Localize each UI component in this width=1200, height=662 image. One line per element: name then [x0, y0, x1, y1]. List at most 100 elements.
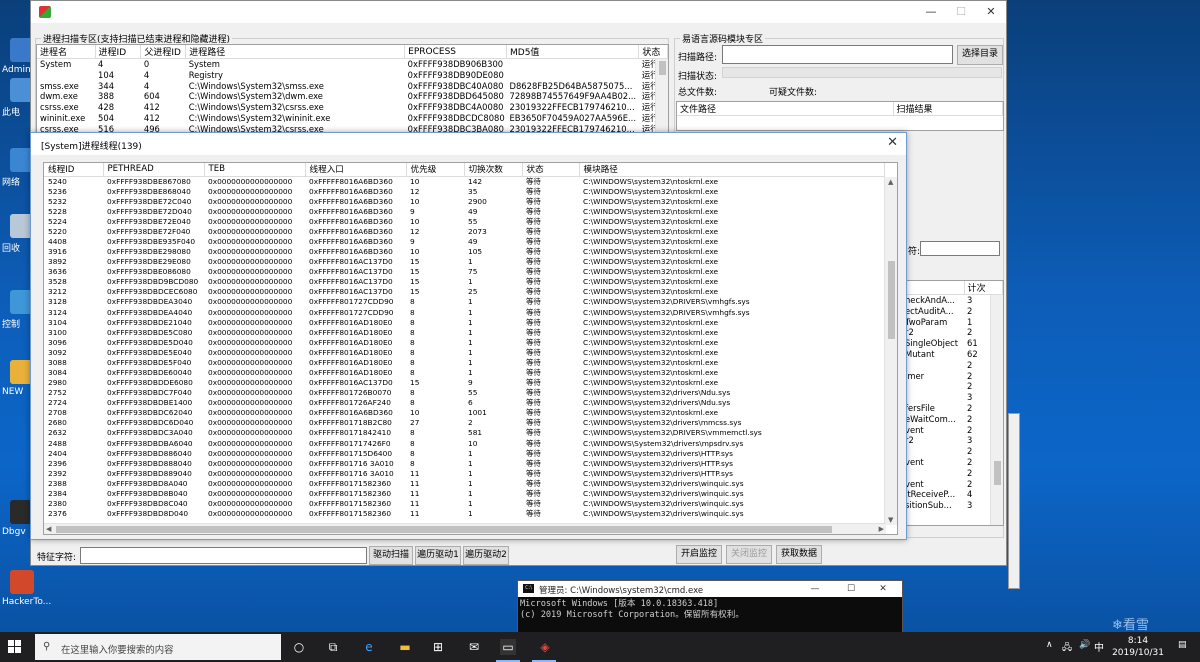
column-header[interactable]: 扫描结果 — [893, 102, 1003, 116]
main-titlebar[interactable]: — ☐ ✕ — [31, 1, 1006, 23]
thread-row[interactable]: 2384 0xFFFF938DBD8B040 0x0000000000000000 0… — [44, 489, 884, 499]
thread-row[interactable]: 2752 0xFFFF938DBDC7F040 0x0000000000000000… — [44, 388, 884, 398]
side-list-row[interactable]: r2 3 — [902, 435, 1003, 446]
side-list-row[interactable]: vent 2 — [902, 457, 1003, 468]
side-list-row[interactable]: 2 — [902, 360, 1003, 371]
side-list-row[interactable]: 2 — [902, 446, 1003, 457]
thread-row[interactable]: 5240 0xFFFF938DBE867080 0x0000000000000000… — [44, 176, 884, 187]
thread-row[interactable]: 3916 0xFFFF938DBE298080 0x0000000000000000… — [44, 247, 884, 257]
column-header[interactable]: EPROCESS — [404, 45, 508, 59]
column-header[interactable]: 状态 — [638, 45, 668, 59]
side-list-row[interactable]: r2 2 — [902, 327, 1003, 338]
column-header[interactable]: TEB — [204, 163, 306, 177]
thread-row[interactable]: 2396 0xFFFF938DBD888040 0x0000000000000000… — [44, 459, 884, 469]
driver-scan-button[interactable]: 驱动扫描 — [369, 546, 413, 565]
side-list-row[interactable]: vent 2 — [902, 425, 1003, 436]
thread-row[interactable]: 4408 0xFFFF938DBE935F040 0x000000000000000… — [44, 237, 884, 247]
process-row[interactable]: smss.exe 344 4 C:\Windows\System32\smss.exe… — [37, 81, 668, 92]
process-table-scrollbar[interactable] — [655, 59, 668, 133]
thread-row[interactable]: 3104 0xFFFF938DBDE21040 0x0000000000000000… — [44, 318, 884, 328]
scroll-right-icon[interactable]: ▶ — [879, 525, 884, 533]
background-window-edge[interactable] — [1008, 413, 1020, 589]
select-directory-button[interactable]: 选择目录 — [957, 45, 1003, 65]
tray-overflow-icon[interactable]: ∧ — [1046, 640, 1053, 650]
traverse-driver-2-button[interactable]: 遍历驱动2 — [463, 546, 509, 565]
thread-row[interactable]: 3892 0xFFFF938DBE29E080 0x0000000000000000… — [44, 257, 884, 267]
side-list-row[interactable]: fersFile 2 — [902, 403, 1003, 414]
cmd-taskbar-icon[interactable]: ▭ — [500, 639, 516, 655]
side-list-row[interactable]: 2 — [902, 468, 1003, 479]
thread-row[interactable]: 3100 0xFFFF938DBDE5C080 0x0000000000000000… — [44, 328, 884, 338]
scrollbar-thumb[interactable] — [659, 61, 666, 75]
column-header[interactable]: 父进程ID — [140, 45, 187, 59]
close-icon[interactable]: ✕ — [887, 135, 898, 150]
column-header[interactable] — [902, 281, 965, 295]
task-view-icon[interactable]: ⧉ — [325, 639, 341, 655]
thread-row[interactable]: 2724 0xFFFF938DBDBE1400 0x0000000000000000… — [44, 398, 884, 408]
file-explorer-icon[interactable]: ▬ — [397, 639, 413, 655]
column-header[interactable]: MD5值 — [506, 45, 640, 59]
process-row[interactable]: 104 4 Registry 0xFFFF938DB90DE080 运行 — [37, 70, 668, 81]
thread-table-vertical-scrollbar[interactable]: ▲ ▼ — [884, 177, 897, 525]
thread-row[interactable]: 2708 0xFFFF938DBDC62040 0x0000000000000000… — [44, 408, 884, 418]
side-list-row[interactable]: 3 — [902, 392, 1003, 403]
start-monitor-button[interactable]: 开启监控 — [676, 545, 722, 564]
feature-input[interactable] — [80, 547, 367, 564]
column-header[interactable]: 进程名 — [37, 45, 96, 59]
column-header[interactable]: PETHREAD — [103, 163, 205, 177]
cmd-maximize-button[interactable]: ☐ — [836, 581, 866, 597]
cmd-window[interactable]: C:\ 管理员: C:\Windows\system32\cmd.exe — ☐… — [517, 580, 903, 636]
scanner-app-taskbar-icon[interactable]: ◈ — [537, 639, 553, 655]
file-scan-table[interactable]: 文件路径 扫描结果 — [676, 101, 1004, 131]
process-row[interactable]: dwm.exe 388 604 C:\Windows\System32\dwm.exe… — [37, 91, 668, 102]
cmd-close-button[interactable]: ✕ — [868, 581, 898, 597]
notification-center-icon[interactable]: ▤ — [1178, 640, 1187, 650]
process-table[interactable]: 进程名 进程ID 父进程ID 进程路径 EPROCESS MD5值 状态 Sys… — [36, 44, 669, 134]
column-header[interactable]: 进程路径 — [185, 45, 406, 59]
side-list-row[interactable]: TwoParam 1 — [902, 317, 1003, 328]
edge-browser-icon[interactable]: e — [361, 639, 377, 655]
side-list-row[interactable]: sitionSub... 3 — [902, 500, 1003, 511]
cmd-titlebar[interactable]: C:\ 管理员: C:\Windows\system32\cmd.exe — ☐… — [518, 581, 902, 597]
windows-start-icon[interactable] — [8, 640, 22, 654]
column-header[interactable]: 计次 — [964, 281, 1003, 295]
thread-row[interactable]: 2380 0xFFFF938DBD8C040 0x0000000000000000 0… — [44, 499, 884, 509]
column-header[interactable]: 进程ID — [95, 45, 142, 59]
minimize-button[interactable]: — — [916, 1, 946, 23]
close-button[interactable]: ✕ — [976, 1, 1006, 23]
thread-row[interactable]: 3212 0xFFFF938DBDCEC6080 0x000000000000000… — [44, 287, 884, 297]
thread-row[interactable]: 5236 0xFFFF938DBE868040 0x0000000000000000… — [44, 187, 884, 197]
thread-row[interactable]: 3088 0xFFFF938DBDE5F040 0x0000000000000000… — [44, 358, 884, 368]
side-list-row[interactable]: imer 2 — [902, 371, 1003, 382]
thread-row[interactable]: 2388 0xFFFF938DBD8A040 0x0000000000000000 0… — [44, 479, 884, 489]
scan-path-input[interactable] — [722, 45, 953, 64]
traverse-driver-1-button[interactable]: 遍历驱动1 — [415, 546, 461, 565]
side-object-list[interactable]: 计次 heckAndA... 3 ectAuditA... 2 TwoParam 1 r2 2… — [901, 280, 1004, 526]
side-list-row[interactable]: SingleObject 61 — [902, 338, 1003, 349]
side-list-row[interactable]: vent 2 — [902, 479, 1003, 490]
scrollbar-thumb[interactable] — [994, 461, 1001, 485]
ime-indicator[interactable]: 中 — [1094, 639, 1104, 654]
scroll-up-icon[interactable]: ▲ — [888, 178, 893, 186]
thread-row[interactable]: 2632 0xFFFF938DBDC3A040 0x0000000000000000… — [44, 428, 884, 438]
thread-dialog-titlebar[interactable]: [System]进程线程(139) ✕ — [31, 133, 906, 155]
column-header[interactable]: 线程入口 — [305, 163, 407, 177]
thread-row[interactable]: 3124 0xFFFF938DBDEA4040 0x0000000000000000… — [44, 308, 884, 318]
thread-row[interactable]: 2404 0xFFFF938DBD886040 0x0000000000000000… — [44, 449, 884, 459]
side-list-row[interactable]: eWaitCom... 2 — [902, 414, 1003, 425]
thread-row[interactable]: 2376 0xFFFF938DBD8D040 0x0000000000000000 0… — [44, 509, 884, 519]
side-list-row[interactable]: heckAndA... 3 — [902, 295, 1003, 306]
maximize-button[interactable]: ☐ — [946, 1, 976, 23]
thread-row[interactable]: 2980 0xFFFF938DBDDE6080 0x0000000000000000… — [44, 378, 884, 388]
thread-row[interactable]: 5228 0xFFFF938DBE72D040 0x0000000000000000… — [44, 207, 884, 217]
column-header[interactable]: 线程ID — [44, 163, 104, 177]
column-header[interactable]: 状态 — [522, 163, 580, 177]
desktop-icon-hackertool[interactable]: HackerTo... — [2, 570, 51, 607]
thread-row[interactable]: 3084 0xFFFF938DBDE60040 0x0000000000000000… — [44, 368, 884, 378]
thread-row[interactable]: 3092 0xFFFF938DBDE5E040 0x0000000000000000… — [44, 348, 884, 358]
cmd-output[interactable]: Microsoft Windows [版本 10.0.18363.418] (c… — [518, 597, 902, 623]
thread-row[interactable]: 3128 0xFFFF938DBDEA3040 0x0000000000000000… — [44, 297, 884, 307]
scroll-down-icon[interactable]: ▼ — [888, 516, 893, 524]
thread-table-horizontal-scrollbar[interactable]: ◀ ▶ — [44, 523, 886, 534]
cmd-minimize-button[interactable]: — — [800, 581, 830, 597]
